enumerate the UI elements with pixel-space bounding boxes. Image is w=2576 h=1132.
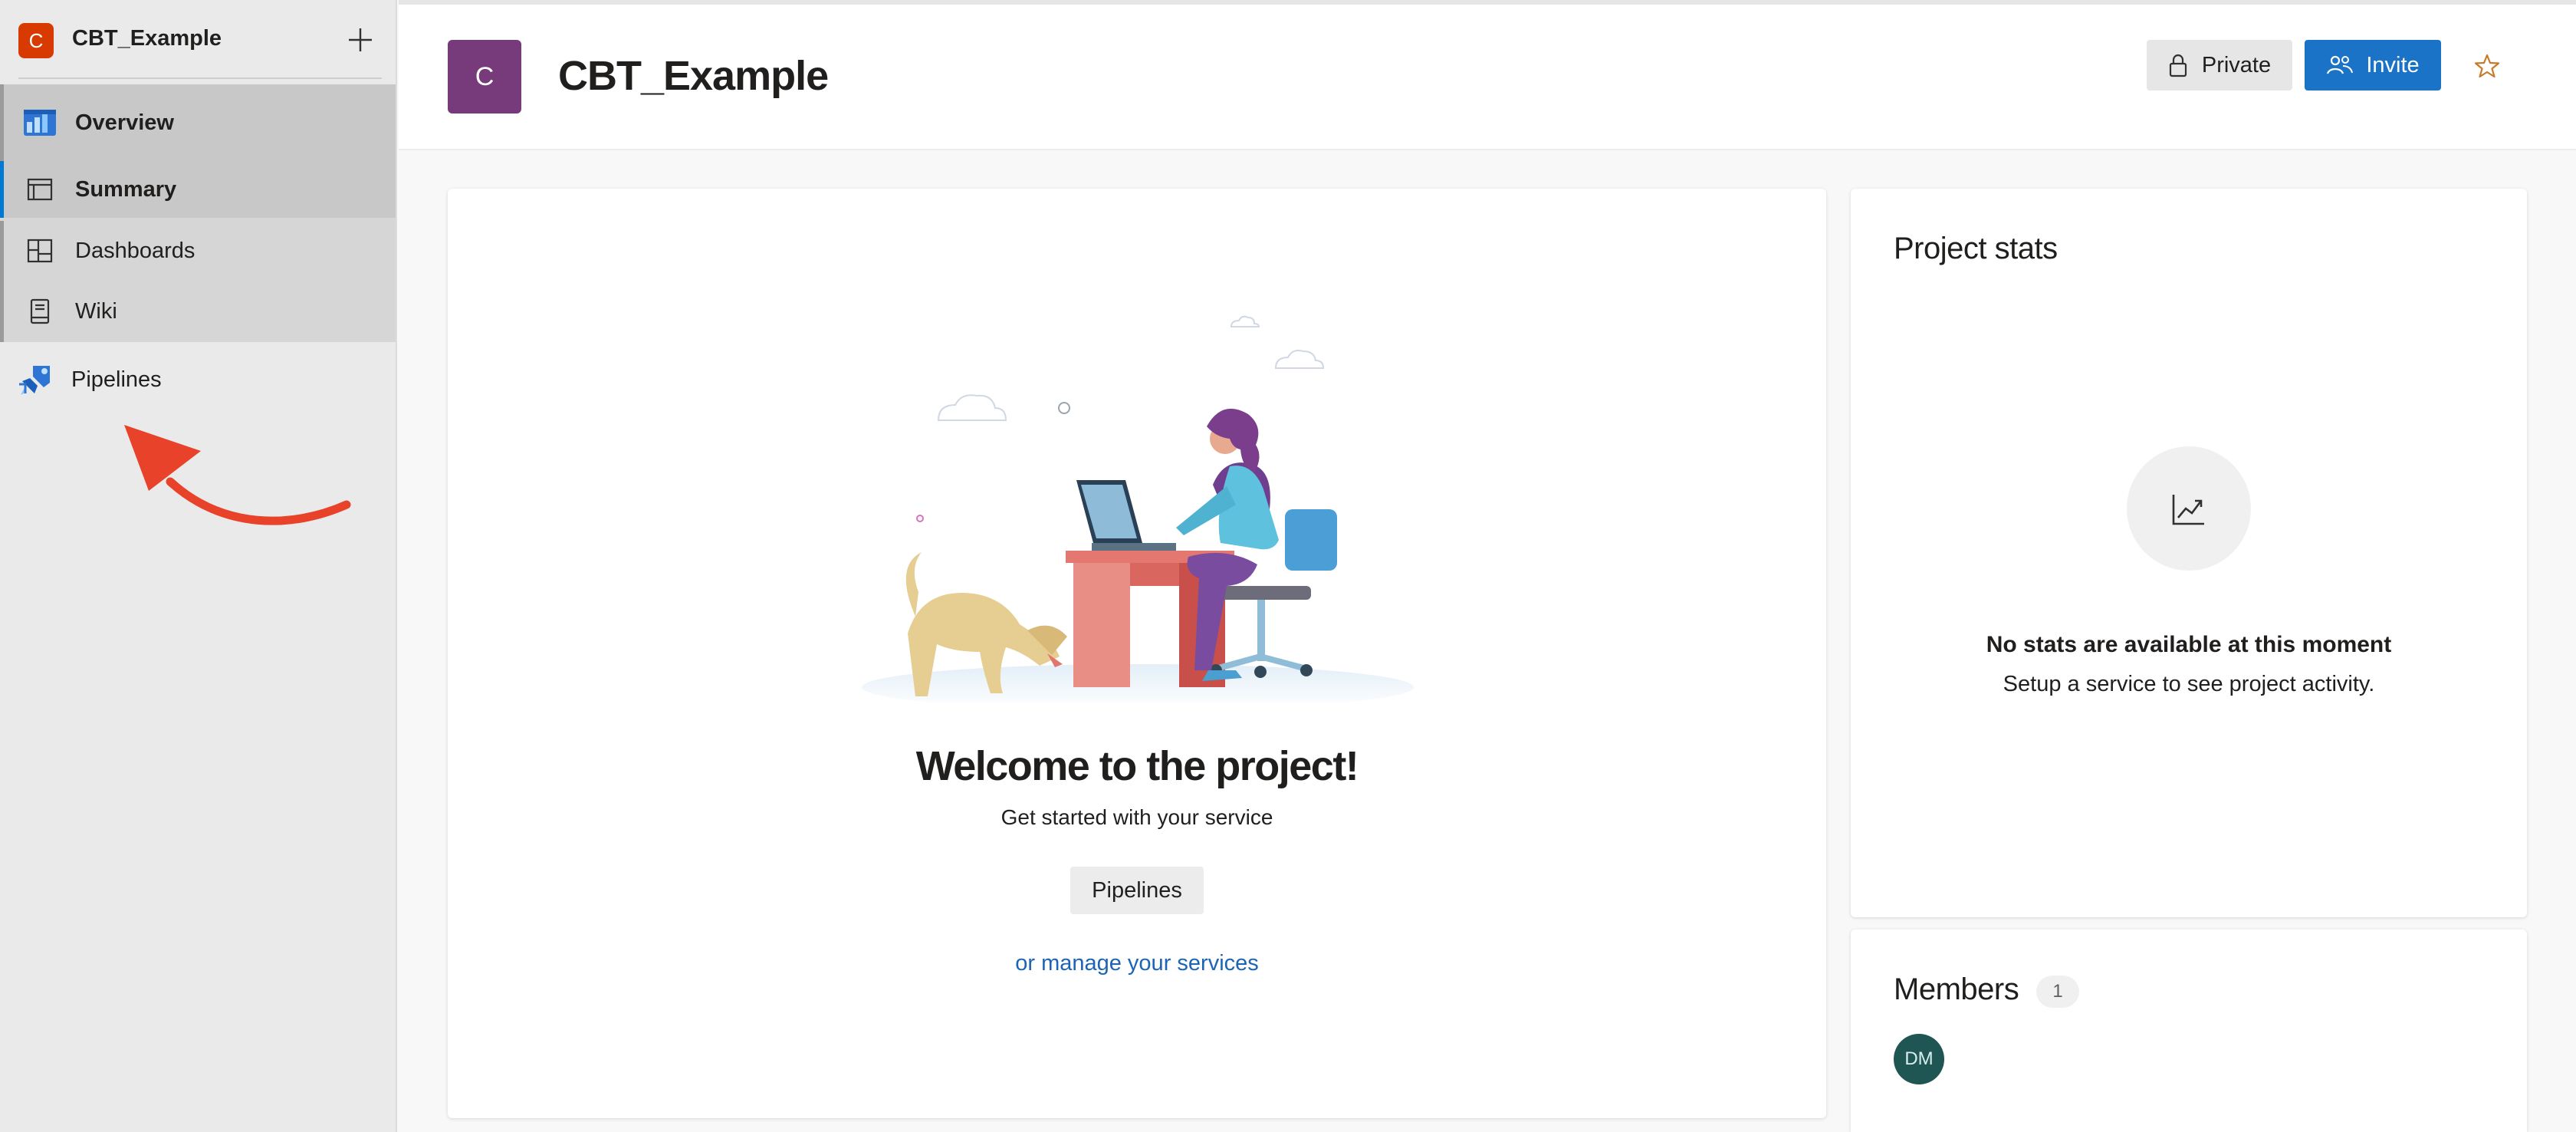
people-icon bbox=[2327, 55, 2354, 74]
sidebar-item-wiki[interactable]: Wiki bbox=[0, 281, 396, 342]
members-count-badge: 1 bbox=[2036, 976, 2079, 1008]
sidebar-item-dashboards[interactable]: Dashboards bbox=[0, 221, 396, 281]
private-button[interactable]: Private bbox=[2147, 40, 2292, 90]
welcome-illustration bbox=[862, 315, 1414, 703]
pipelines-button[interactable]: Pipelines bbox=[1070, 867, 1204, 914]
pipelines-icon bbox=[17, 360, 55, 399]
welcome-card: Welcome to the project! Get started with… bbox=[448, 189, 1826, 1118]
stats-title: Project stats bbox=[1894, 232, 2058, 265]
welcome-title: Welcome to the project! bbox=[915, 743, 1359, 789]
sidebar-item-label: Summary bbox=[75, 176, 177, 202]
no-stats-subtitle: Setup a service to see project activity. bbox=[2003, 672, 2375, 696]
private-label: Private bbox=[2201, 52, 2272, 77]
trend-chart-icon bbox=[2172, 495, 2204, 525]
project-name: CBT_Example bbox=[72, 26, 222, 51]
favorite-button[interactable] bbox=[2467, 46, 2507, 86]
sidebar-item-overview[interactable]: Overview bbox=[0, 84, 396, 161]
members-card: Members 1 DM bbox=[1851, 930, 2527, 1132]
project-avatar-large: C bbox=[448, 40, 521, 114]
manage-services-link[interactable]: or manage your services bbox=[448, 951, 1826, 976]
project-header-bar: C CBT_Example Private Invite bbox=[399, 5, 2576, 150]
annotation-arrow bbox=[124, 425, 351, 525]
project-avatar: C bbox=[18, 23, 54, 58]
project-header[interactable]: C CBT_Example bbox=[0, 0, 396, 80]
welcome-subtitle: Get started with your service bbox=[1001, 805, 1273, 829]
summary-icon bbox=[21, 170, 59, 209]
project-stats-card: Project stats No stats are available at … bbox=[1851, 189, 2527, 917]
star-icon bbox=[2474, 54, 2500, 78]
plus-icon bbox=[349, 28, 372, 51]
members-title: Members bbox=[1894, 972, 2019, 1006]
lock-icon bbox=[2169, 54, 2187, 77]
page-title: CBT_Example bbox=[558, 53, 829, 99]
member-avatar[interactable]: DM bbox=[1894, 1034, 1944, 1084]
sidebar-item-label: Pipelines bbox=[71, 367, 162, 392]
stats-placeholder bbox=[2127, 446, 2251, 571]
wiki-icon bbox=[21, 292, 59, 331]
sidebar: C CBT_Example Overview Summary Dashboard… bbox=[0, 0, 397, 1132]
sidebar-item-pipelines[interactable]: Pipelines bbox=[0, 350, 396, 410]
sidebar-item-label: Wiki bbox=[75, 298, 117, 324]
invite-button[interactable]: Invite bbox=[2305, 40, 2441, 90]
dashboards-icon bbox=[21, 232, 59, 270]
divider bbox=[18, 77, 382, 79]
sidebar-item-label: Dashboards bbox=[75, 238, 196, 263]
new-item-button[interactable] bbox=[342, 21, 379, 58]
sidebar-item-summary[interactable]: Summary bbox=[0, 161, 396, 218]
invite-label: Invite bbox=[2366, 52, 2420, 77]
sidebar-item-label: Overview bbox=[75, 110, 174, 135]
overview-icon bbox=[21, 104, 59, 142]
no-stats-title: No stats are available at this moment bbox=[1986, 632, 2392, 657]
